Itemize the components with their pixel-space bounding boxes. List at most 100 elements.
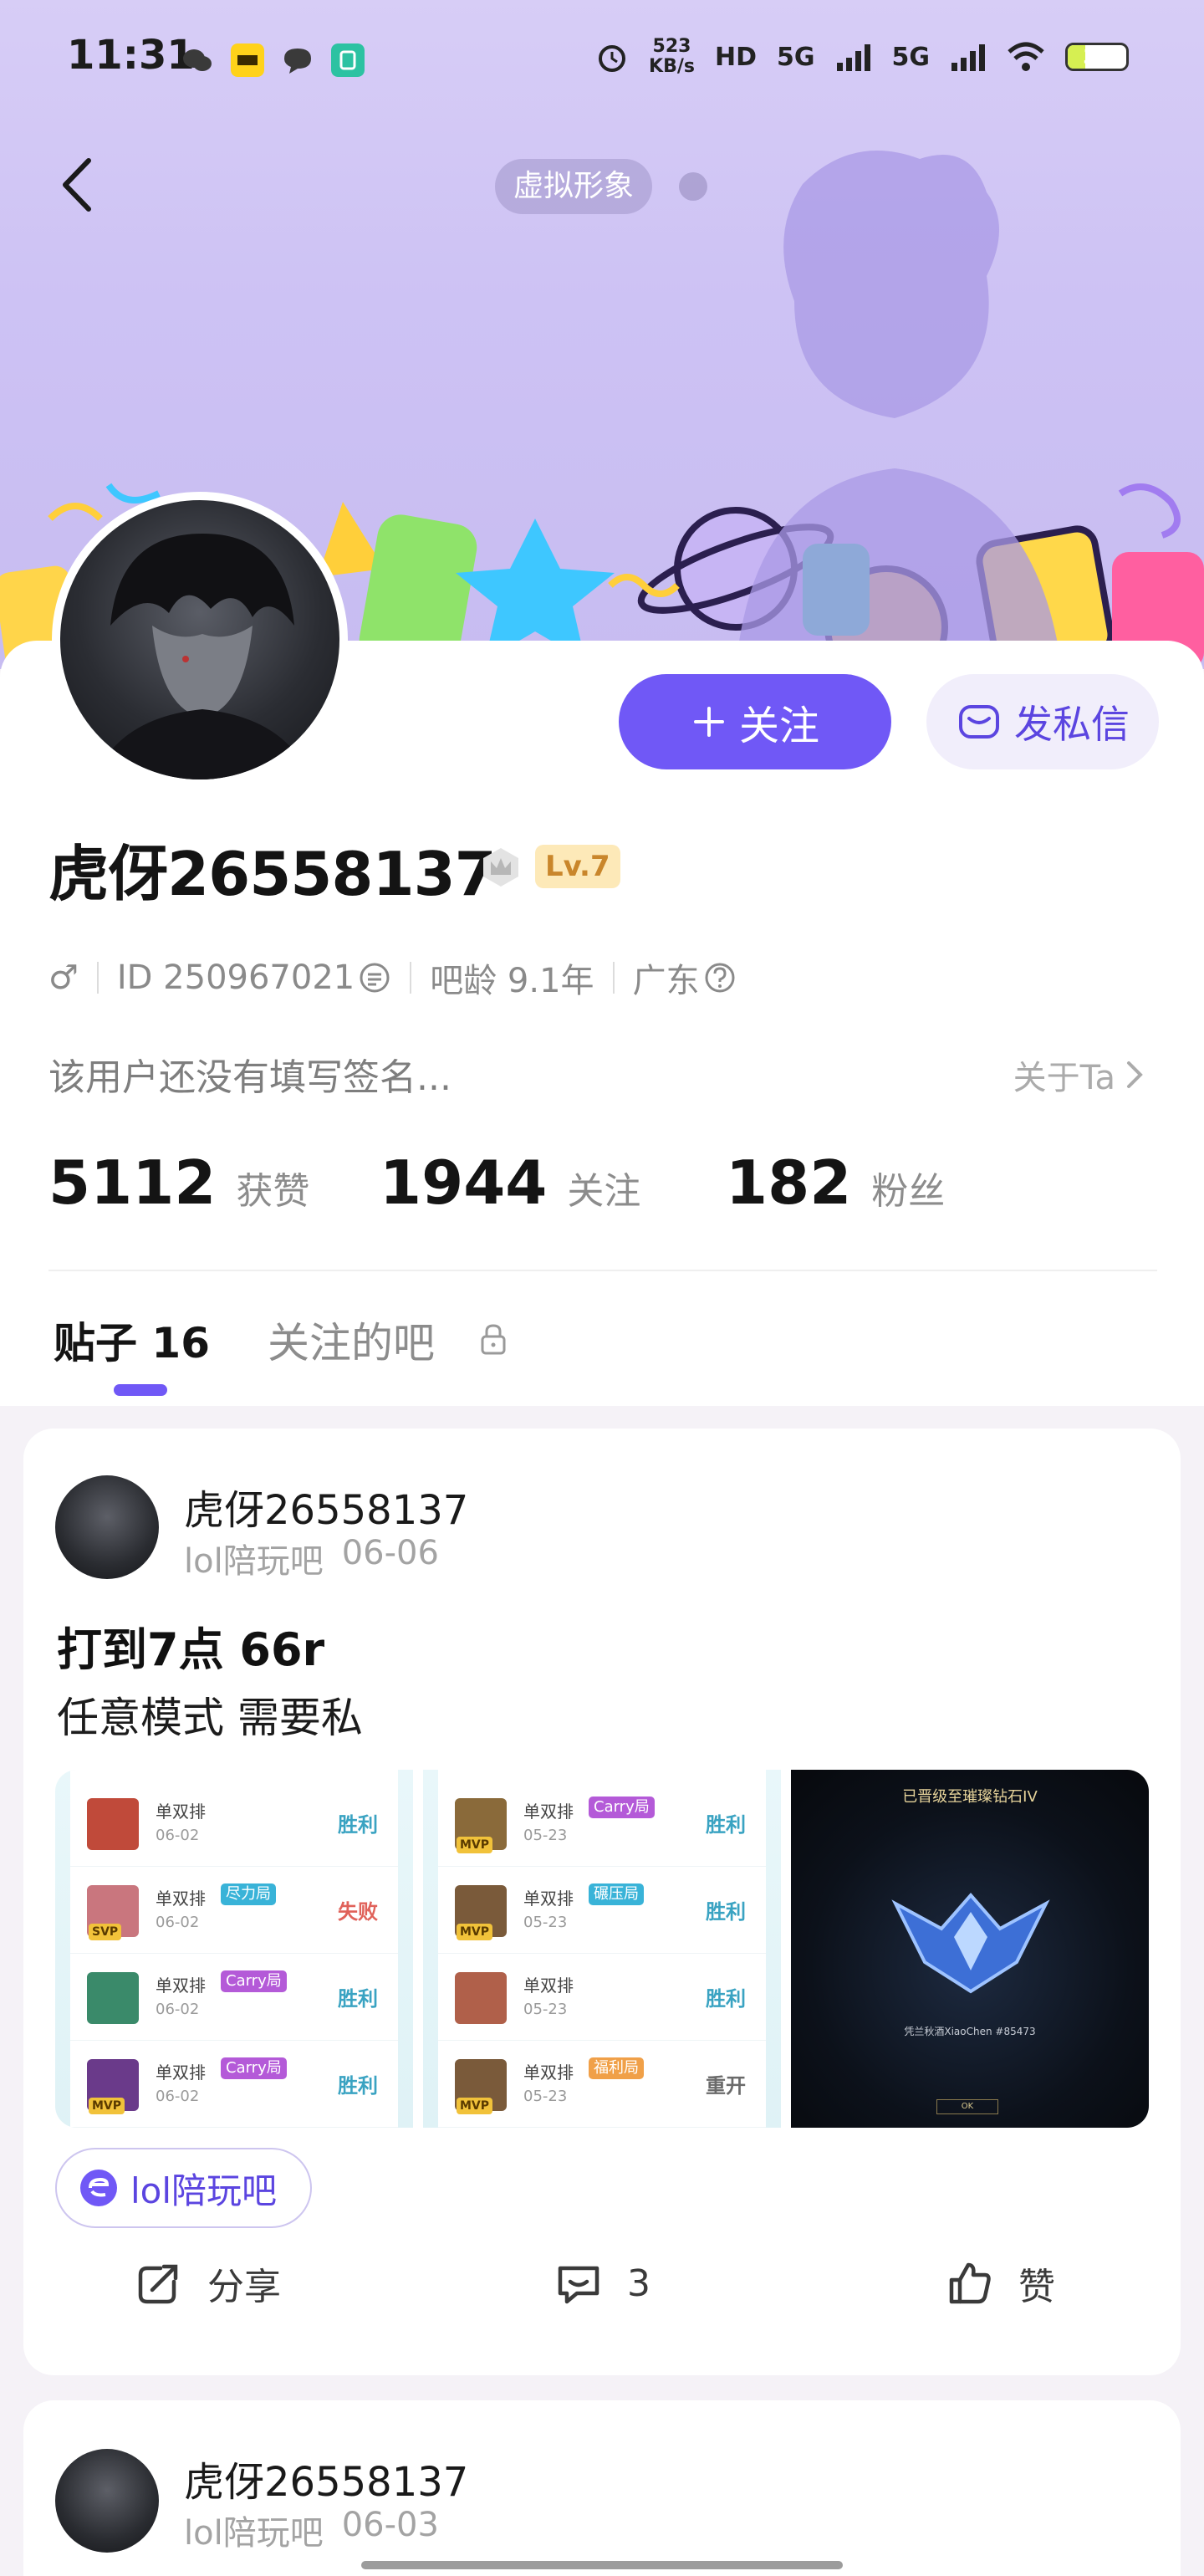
match-mode: 单双排 (523, 1889, 574, 1909)
status-bar: 11:31 523 KB/s HD 5G 5G 30 (0, 0, 1204, 117)
match-date: 05-23 (523, 1914, 568, 1931)
home-indicator[interactable] (361, 2561, 843, 2569)
post-image-match-history[interactable]: MVP 单双排 Carry局 05-23 胜利 MVP 单双排 碾压局 05-23 胜利 单双排 05… (423, 1770, 781, 2128)
post-author-name[interactable]: 虎伢26558137 (184, 2449, 468, 2507)
lock-icon (481, 1324, 506, 1355)
match-row: SVP 单双排 尽力局 06-02 失败 (70, 1868, 398, 1954)
sim1-signal: 5G (777, 42, 815, 72)
virtual-avatar-tag[interactable]: 虚拟形象 (495, 159, 653, 214)
match-mode: 单双排 (523, 2062, 574, 2083)
stat-value: 182 (726, 1147, 852, 1218)
stat-label: 关注 (567, 1170, 641, 1213)
match-result: 胜利 (338, 2074, 378, 2098)
post-image-rank-promotion[interactable]: 已晋级至璀璨钻石IV 凭兰秋酒XiaoChen #85473 OK (791, 1770, 1149, 2128)
match-tag: 碾压局 (589, 1883, 644, 1905)
match-row: MVP 单双排 Carry局 05-23 胜利 (438, 1781, 766, 1867)
profile-stats: 5112 获赞 1944 关注 182 粉丝 (48, 1147, 1152, 1231)
back-button[interactable] (54, 156, 104, 214)
about-ta-label: 关于Ta (1013, 1059, 1115, 1097)
share-icon (138, 2264, 178, 2304)
forum-logo-icon (80, 2170, 117, 2206)
post-card[interactable]: 虎伢26558137 lol陪玩吧 06-06 打到7点 66r 任意模式 需要… (23, 1429, 1181, 2375)
rank-title: 已晋级至璀璨钻石IV (902, 1788, 1038, 1806)
match-result: 胜利 (706, 1813, 746, 1837)
sim2-signal: 5G (891, 42, 931, 72)
post-date: 06-06 (341, 1534, 439, 1572)
post-author-avatar[interactable] (55, 1475, 159, 1579)
match-mode: 单双排 (156, 1975, 206, 1996)
comment-button[interactable]: 3 (552, 2257, 650, 2310)
avatar-portrait (94, 534, 311, 779)
envelope-icon (959, 705, 999, 739)
stat-value: 5112 (48, 1147, 217, 1218)
battery-level: 30 (1083, 45, 1111, 69)
user-id: ID 250967021 (116, 958, 355, 997)
match-row: MVP 单双排 碾压局 05-23 胜利 (438, 1868, 766, 1954)
tab-followed-bars[interactable]: 关注的吧 (268, 1310, 435, 1370)
post-image-match-history[interactable]: 单双排 06-02 胜利 SVP 单双排 尽力局 06-02 失败 单双排 Carry局 06-02… (55, 1770, 413, 2128)
follow-button[interactable]: 关注 (619, 674, 891, 769)
stat-label: 粉丝 (871, 1170, 946, 1213)
comment-icon (558, 2266, 599, 2304)
match-badge: MVP (457, 1924, 493, 1940)
app-notification-icon (231, 43, 264, 77)
post-forum[interactable]: lol陪玩吧 (184, 1534, 324, 1582)
stat-label: 获赞 (236, 1170, 310, 1213)
post-card[interactable]: 虎伢26558137 lol陪玩吧 06-03 (23, 2400, 1181, 2576)
match-date: 06-02 (156, 1827, 200, 1844)
share-label: 分享 (207, 2266, 281, 2308)
send-message-button[interactable]: 发私信 (926, 674, 1159, 769)
region: 广东 (632, 962, 700, 1000)
user-level-badge: Lv.7 (535, 845, 620, 888)
match-date: 06-02 (156, 1914, 200, 1931)
match-mode: 单双排 (523, 1802, 574, 1822)
post-forum[interactable]: lol陪玩吧 (184, 2506, 324, 2554)
match-tag: Carry局 (221, 2057, 287, 2079)
share-button[interactable]: 分享 (132, 2257, 281, 2310)
signal-bars-icon (836, 44, 870, 71)
match-date: 05-23 (523, 2088, 568, 2105)
about-ta-link[interactable]: 关于Ta (1013, 1050, 1145, 1099)
like-label: 赞 (1018, 2266, 1055, 2308)
match-mode: 单双排 (156, 2062, 206, 2083)
champion-portrait (87, 1798, 139, 1850)
stat-likes[interactable]: 5112 获赞 (48, 1147, 309, 1218)
profile-username: 虎伢26558137 (48, 839, 497, 909)
like-button[interactable]: 赞 (943, 2257, 1055, 2310)
profile-avatar[interactable] (52, 492, 348, 788)
thumbs-up-icon (949, 2262, 991, 2304)
meta-divider (96, 962, 99, 994)
champion-portrait (455, 1972, 507, 2024)
match-row: 单双排 05-23 胜利 (438, 1955, 766, 2041)
post-body[interactable]: 任意模式 需要私 (57, 1684, 363, 1745)
champion-portrait (87, 1972, 139, 2024)
post-meta: lol陪玩吧 06-03 (184, 2506, 439, 2554)
match-result: 胜利 (706, 1987, 746, 2011)
match-mode: 单双排 (156, 1889, 206, 1909)
match-mode: 单双排 (156, 1802, 206, 1822)
profile-meta-row: ♂ ID 250967021 吧龄 9.1年 广东 (48, 953, 737, 1002)
tab-posts[interactable]: 贴子 16 (54, 1310, 210, 1370)
match-row: MVP 单双排 Carry局 06-02 胜利 (70, 2042, 398, 2128)
meta-divider (612, 962, 615, 994)
stat-followers[interactable]: 182 粉丝 (726, 1147, 945, 1218)
profile-signature: 该用户还没有填写签名... (48, 1056, 452, 1099)
rank-ok-button: OK (936, 2099, 998, 2114)
match-row: 单双排 Carry局 06-02 胜利 (70, 1955, 398, 2041)
match-result: 重开 (706, 2074, 746, 2098)
match-result: 失败 (338, 1900, 378, 1924)
post-author-avatar[interactable] (55, 2449, 159, 2553)
post-title[interactable]: 打到7点 66r (57, 1613, 324, 1679)
match-list: MVP 单双排 Carry局 05-23 胜利 MVP 单双排 碾压局 05-23 胜利 单双排 05… (438, 1770, 766, 2128)
match-mode: 单双排 (523, 1975, 574, 1996)
stat-following[interactable]: 1944 关注 (380, 1147, 640, 1218)
match-tag: 尽力局 (221, 1883, 276, 1905)
help-icon[interactable] (703, 961, 737, 994)
match-badge: MVP (457, 2098, 493, 2114)
crown-badge-icon (483, 848, 518, 887)
post-author-name[interactable]: 虎伢26558137 (184, 1477, 468, 1536)
status-time: 11:31 (67, 32, 195, 79)
forum-chip[interactable]: lol陪玩吧 (55, 2148, 313, 2228)
post-date: 06-03 (341, 2506, 439, 2544)
copy-id-icon[interactable] (358, 961, 391, 994)
